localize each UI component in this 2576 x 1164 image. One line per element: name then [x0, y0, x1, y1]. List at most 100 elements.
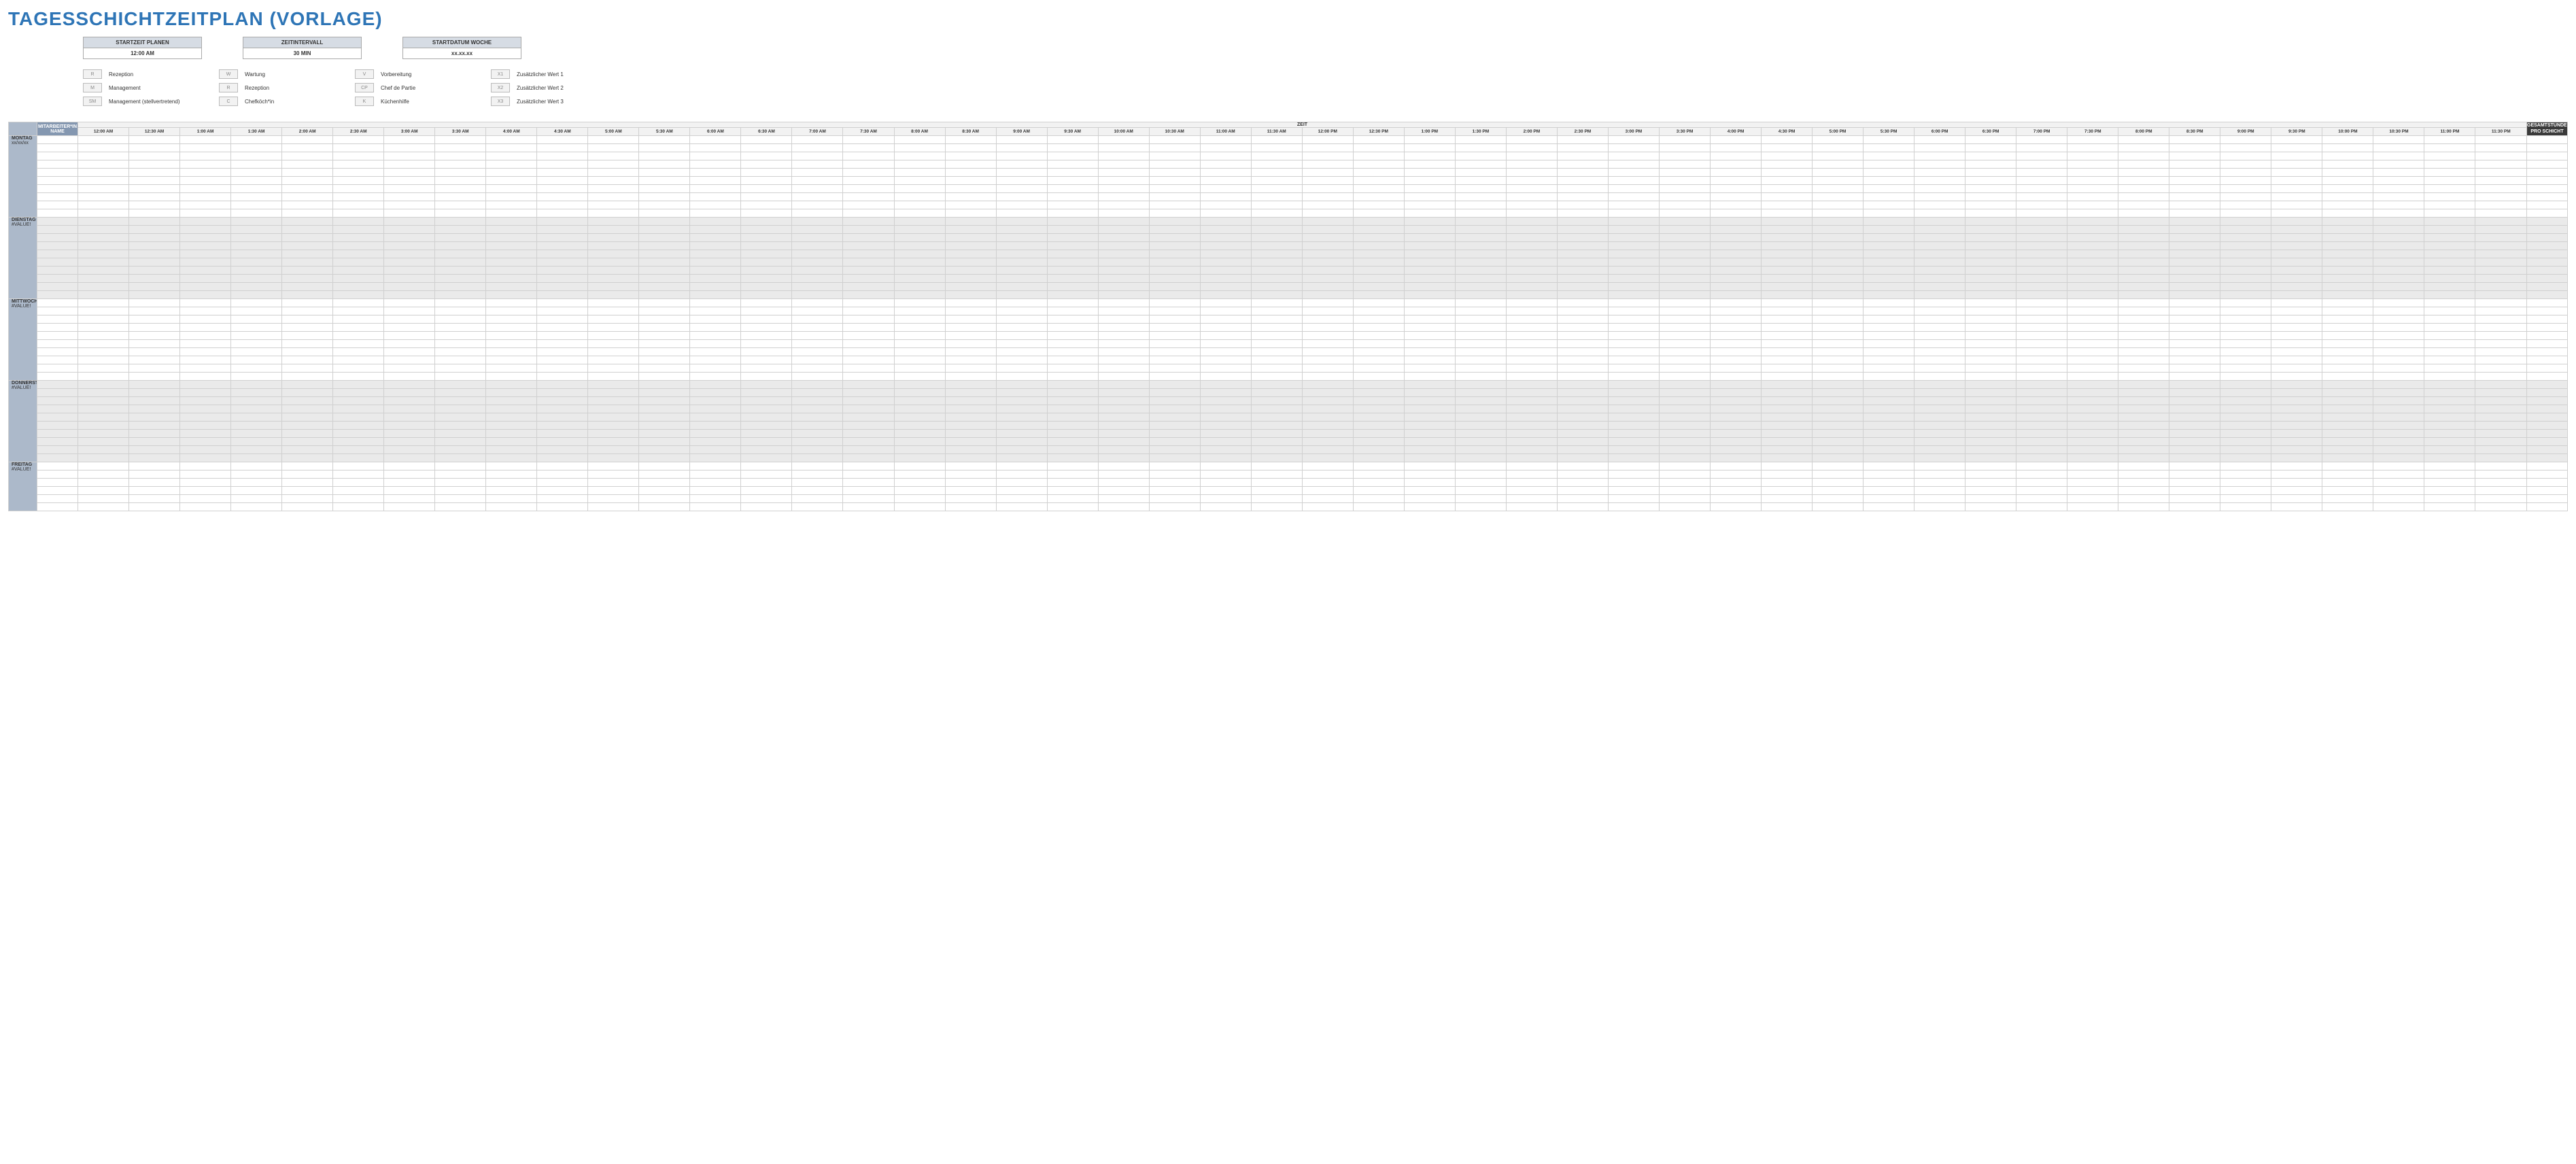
time-slot-cell[interactable]: [1098, 446, 1149, 454]
time-slot-cell[interactable]: [1813, 438, 1864, 446]
time-slot-cell[interactable]: [639, 495, 690, 503]
time-slot-cell[interactable]: [1506, 470, 1557, 479]
time-slot-cell[interactable]: [231, 446, 282, 454]
time-slot-cell[interactable]: [1404, 315, 1455, 324]
time-slot-cell[interactable]: [1047, 169, 1098, 177]
time-slot-cell[interactable]: [2271, 250, 2322, 258]
time-slot-cell[interactable]: [1200, 413, 1251, 422]
time-slot-cell[interactable]: [2373, 373, 2424, 381]
time-slot-cell[interactable]: [1506, 299, 1557, 307]
time-slot-cell[interactable]: [1557, 258, 1608, 267]
time-slot-cell[interactable]: [129, 381, 180, 389]
time-slot-cell[interactable]: [1251, 381, 1302, 389]
time-slot-cell[interactable]: [945, 324, 996, 332]
time-slot-cell[interactable]: [129, 160, 180, 169]
time-slot-cell[interactable]: [639, 381, 690, 389]
time-slot-cell[interactable]: [384, 487, 435, 495]
time-slot-cell[interactable]: [231, 389, 282, 397]
time-slot-cell[interactable]: [2373, 397, 2424, 405]
time-slot-cell[interactable]: [2475, 160, 2527, 169]
time-slot-cell[interactable]: [1404, 291, 1455, 299]
time-slot-cell[interactable]: [537, 389, 588, 397]
time-slot-cell[interactable]: [2220, 283, 2271, 291]
time-slot-cell[interactable]: [1455, 283, 1506, 291]
time-slot-cell[interactable]: [1914, 169, 1965, 177]
time-slot-cell[interactable]: [639, 152, 690, 160]
time-slot-cell[interactable]: [1200, 495, 1251, 503]
time-slot-cell[interactable]: [1353, 446, 1404, 454]
time-slot-cell[interactable]: [129, 356, 180, 364]
time-slot-cell[interactable]: [333, 291, 384, 299]
time-slot-cell[interactable]: [129, 495, 180, 503]
time-slot-cell[interactable]: [1813, 242, 1864, 250]
time-slot-cell[interactable]: [639, 283, 690, 291]
time-slot-cell[interactable]: [1965, 462, 2016, 470]
time-slot-cell[interactable]: [333, 169, 384, 177]
time-slot-cell[interactable]: [1251, 299, 1302, 307]
time-slot-cell[interactable]: [690, 438, 741, 446]
time-slot-cell[interactable]: [1251, 283, 1302, 291]
time-slot-cell[interactable]: [537, 397, 588, 405]
time-slot-cell[interactable]: [741, 340, 792, 348]
time-slot-cell[interactable]: [2016, 299, 2067, 307]
time-slot-cell[interactable]: [2220, 234, 2271, 242]
time-slot-cell[interactable]: [996, 495, 1047, 503]
time-slot-cell[interactable]: [435, 201, 486, 209]
time-slot-cell[interactable]: [1404, 226, 1455, 234]
time-slot-cell[interactable]: [180, 315, 231, 324]
time-slot-cell[interactable]: [333, 373, 384, 381]
time-slot-cell[interactable]: [894, 389, 945, 397]
time-slot-cell[interactable]: [843, 242, 894, 250]
time-slot-cell[interactable]: [1608, 381, 1659, 389]
time-slot-cell[interactable]: [2373, 209, 2424, 218]
time-slot-cell[interactable]: [945, 160, 996, 169]
time-slot-cell[interactable]: [1404, 479, 1455, 487]
time-slot-cell[interactable]: [1404, 169, 1455, 177]
time-slot-cell[interactable]: [2118, 250, 2169, 258]
time-slot-cell[interactable]: [2271, 446, 2322, 454]
time-slot-cell[interactable]: [435, 470, 486, 479]
time-slot-cell[interactable]: [1813, 454, 1864, 462]
time-slot-cell[interactable]: [129, 430, 180, 438]
time-slot-cell[interactable]: [333, 160, 384, 169]
time-slot-cell[interactable]: [1659, 503, 1710, 511]
time-slot-cell[interactable]: [1864, 422, 1914, 430]
time-slot-cell[interactable]: [945, 503, 996, 511]
time-slot-cell[interactable]: [78, 348, 129, 356]
time-slot-cell[interactable]: [1864, 234, 1914, 242]
time-slot-cell[interactable]: [945, 413, 996, 422]
time-slot-cell[interactable]: [231, 462, 282, 470]
time-slot-cell[interactable]: [1200, 299, 1251, 307]
time-slot-cell[interactable]: [1711, 201, 1762, 209]
time-slot-cell[interactable]: [1659, 324, 1710, 332]
time-slot-cell[interactable]: [180, 177, 231, 185]
time-slot-cell[interactable]: [2016, 307, 2067, 315]
time-slot-cell[interactable]: [2271, 340, 2322, 348]
time-slot-cell[interactable]: [1762, 283, 1813, 291]
time-slot-cell[interactable]: [435, 438, 486, 446]
time-slot-cell[interactable]: [180, 169, 231, 177]
time-slot-cell[interactable]: [1302, 462, 1353, 470]
time-slot-cell[interactable]: [1506, 160, 1557, 169]
time-slot-cell[interactable]: [1659, 373, 1710, 381]
employee-name-cell[interactable]: [37, 283, 78, 291]
time-slot-cell[interactable]: [1098, 389, 1149, 397]
time-slot-cell[interactable]: [792, 348, 843, 356]
time-slot-cell[interactable]: [2169, 495, 2220, 503]
time-slot-cell[interactable]: [231, 169, 282, 177]
time-slot-cell[interactable]: [792, 299, 843, 307]
time-slot-cell[interactable]: [1200, 364, 1251, 373]
time-slot-cell[interactable]: [435, 381, 486, 389]
time-slot-cell[interactable]: [282, 242, 333, 250]
time-slot-cell[interactable]: [1762, 275, 1813, 283]
time-slot-cell[interactable]: [384, 299, 435, 307]
time-slot-cell[interactable]: [639, 413, 690, 422]
time-slot-cell[interactable]: [2016, 397, 2067, 405]
time-slot-cell[interactable]: [2271, 462, 2322, 470]
time-slot-cell[interactable]: [333, 209, 384, 218]
time-slot-cell[interactable]: [1149, 144, 1200, 152]
time-slot-cell[interactable]: [2067, 209, 2118, 218]
time-slot-cell[interactable]: [2373, 307, 2424, 315]
time-slot-cell[interactable]: [741, 307, 792, 315]
time-slot-cell[interactable]: [792, 209, 843, 218]
